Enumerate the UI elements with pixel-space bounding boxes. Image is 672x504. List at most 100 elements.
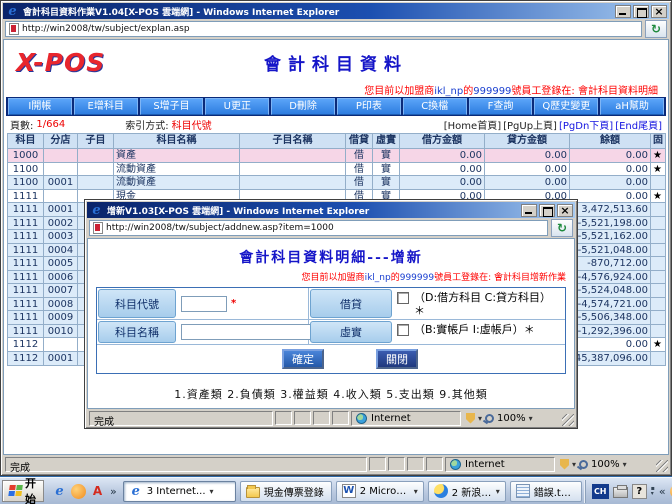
confirm-button[interactable]: 確定 [282, 349, 324, 369]
table-cell: 0.00 [485, 176, 570, 189]
popup-url-field[interactable]: http://win2008/tw/subject/addnew.asp?ite… [89, 220, 548, 236]
taskbar-button-4[interactable]: 錯誤.txt - ... [510, 481, 582, 502]
qq-icon[interactable] [71, 484, 86, 499]
taskbar-button-2[interactable]: 2 Microsof... [336, 481, 424, 502]
menu-button-4[interactable]: D刪除 [271, 98, 335, 115]
menu-button-9[interactable]: aH幫助 [600, 98, 664, 115]
resize-grip[interactable] [562, 414, 574, 426]
column-header: 科目 [8, 134, 44, 148]
main-url-field[interactable]: http://win2008/tw/subject/explan.asp [5, 21, 642, 37]
menu-button-8[interactable]: Q歷史變更 [534, 98, 598, 115]
real-virtual-checkbox[interactable] [397, 324, 409, 336]
notice-text: 號員工登錄在: [434, 273, 494, 283]
table-cell [651, 271, 664, 284]
menu-button-1[interactable]: E增科目 [74, 98, 138, 115]
zoom-control[interactable]: 100% [557, 457, 667, 472]
table-cell: 1100 [8, 163, 44, 176]
pager-nav-3[interactable]: [End尾頁] [615, 121, 662, 132]
table-cell: 0006 [44, 271, 78, 284]
table-cell [44, 338, 78, 351]
menu-button-3[interactable]: U更正 [205, 98, 269, 115]
code-input[interactable] [181, 296, 227, 312]
collapse-tray-icon[interactable] [659, 485, 666, 498]
table-cell: 0003 [44, 230, 78, 243]
popup-statusbar: 完成 Internet 100% [87, 409, 575, 427]
main-titlebar: 會計科目資料作業V1.04[X-POS 雲端網] - Windows Inter… [3, 3, 669, 19]
table-cell [651, 203, 664, 216]
popup-refresh-button[interactable]: ↻ [551, 219, 573, 237]
maximize-button[interactable] [633, 5, 649, 18]
foxmail-icon[interactable] [90, 484, 105, 499]
popup-window: 增新V1.03[X-POS 雲端網] - Windows Internet Ex… [84, 199, 578, 429]
ie-icon [89, 203, 104, 218]
magnifier-icon [485, 414, 494, 423]
table-cell: 1111 [8, 325, 44, 338]
uc-icon [434, 484, 448, 498]
menu-button-5[interactable]: P印表 [337, 98, 401, 115]
status-segment [426, 457, 443, 471]
debit-credit-checkbox[interactable] [397, 292, 409, 304]
hidden-icons-toggle[interactable] [651, 486, 655, 496]
table-cell: 0010 [44, 325, 78, 338]
printer-icon[interactable] [613, 487, 628, 498]
taskbar-button-3[interactable]: 2 新浪UC [428, 481, 506, 502]
taskbar-button-1[interactable]: 現金傳票登錄 [240, 481, 332, 502]
table-cell: 0.00 [400, 176, 485, 189]
table-cell [651, 230, 664, 243]
name-label: 科目名稱 [98, 321, 176, 343]
table-row[interactable]: 1000資產借實0.000.000.00★ [8, 149, 665, 163]
page-title: 會計科目資料 [4, 50, 668, 75]
popup-minimize-button[interactable] [521, 204, 537, 217]
refresh-button[interactable]: ↻ [645, 20, 667, 38]
table-cell [651, 176, 664, 189]
popup-maximize-button[interactable] [539, 204, 555, 217]
main-status-text: 完成 [5, 457, 367, 472]
table-cell: ★ [651, 149, 664, 162]
table-cell [44, 163, 78, 176]
table-cell: ★ [651, 163, 664, 176]
merchant-id: ikl_np [365, 273, 391, 283]
pages-value: 1/664 [36, 119, 65, 130]
close-button[interactable] [651, 5, 667, 18]
menu-button-0[interactable]: I開帳 [8, 98, 72, 115]
required-asterisk: * [231, 298, 236, 309]
table-cell [240, 163, 346, 176]
index-value: 科目代號 [172, 117, 212, 132]
taskbar-button-label: 3 Internet... [147, 486, 206, 497]
real-virtual-label: 虛實 [310, 321, 392, 343]
menu-button-7[interactable]: F查詢 [469, 98, 533, 115]
table-cell: 1111 [8, 217, 44, 230]
popup-close-button[interactable] [557, 204, 573, 217]
login-notice: 您目前以加盟商ikl_np的999999號員工登錄在: 會計科目資料明細 [4, 82, 668, 96]
popup-addressbar: http://win2008/tw/subject/addnew.asp?ite… [87, 218, 575, 238]
minimize-button[interactable] [615, 5, 631, 18]
zoom-level: 100% [497, 413, 526, 424]
table-row[interactable]: 1100流動資產借實0.000.000.00★ [8, 163, 665, 177]
menu-button-2[interactable]: S增子目 [140, 98, 204, 115]
pager-nav-2[interactable]: [PgDn下頁] [559, 121, 613, 132]
column-header: 虛實 [373, 134, 400, 148]
quick-launch-overflow-icon[interactable] [110, 485, 117, 498]
column-header: 科目名稱 [114, 134, 240, 148]
zoom-control[interactable]: 100% [463, 411, 573, 426]
table-cell: -4,574,721.00 [570, 298, 651, 311]
status-segment [313, 411, 330, 425]
help-icon[interactable] [632, 484, 647, 499]
index-label: 索引方式: [125, 117, 168, 132]
start-label: 开始 [25, 475, 37, 504]
table-cell: 1112 [8, 338, 44, 351]
menu-button-6[interactable]: C換檔 [403, 98, 467, 115]
language-indicator[interactable]: CH [592, 484, 609, 499]
taskbar-button-label: 錯誤.txt - ... [534, 484, 576, 499]
table-cell: -870,712.00 [570, 257, 651, 270]
taskbar-button-label: 2 Microsof... [360, 486, 410, 497]
notice-text: 號員工登錄在: [511, 86, 578, 97]
status-segment [332, 411, 349, 425]
taskbar-button-0[interactable]: 3 Internet... [123, 481, 236, 502]
start-button[interactable]: 开始 [2, 480, 44, 502]
ie-icon[interactable] [52, 484, 67, 499]
close-dialog-button[interactable]: 關閉 [376, 349, 418, 369]
table-row[interactable]: 11000001流動資產借實0.000.000.00 [8, 176, 665, 190]
name-input[interactable] [181, 324, 319, 340]
resize-grip[interactable] [656, 460, 668, 472]
